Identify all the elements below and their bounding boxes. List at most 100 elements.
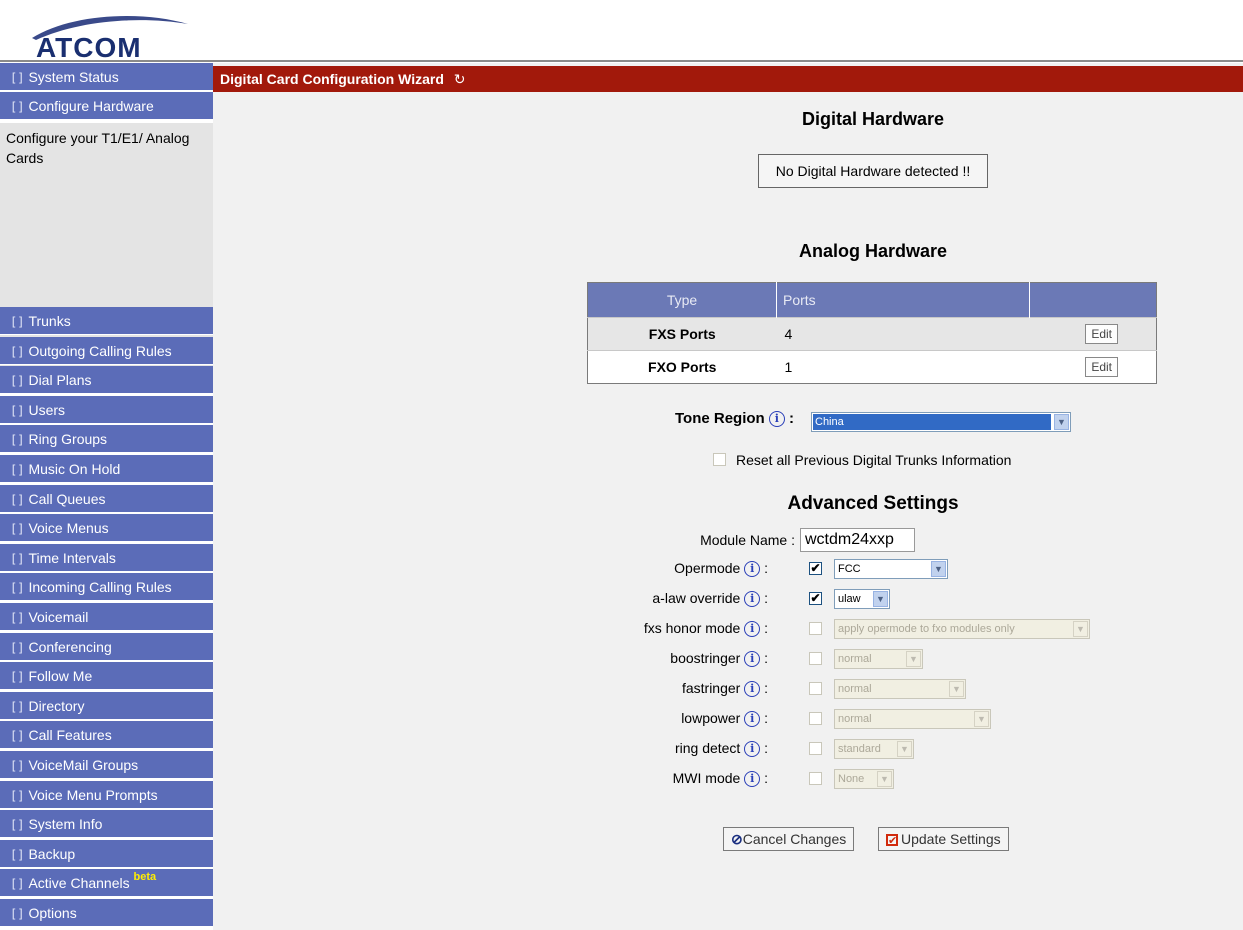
opermode-checkbox[interactable]: ✔ [809, 562, 822, 575]
mwi-mode-select[interactable]: None ▼ [834, 769, 894, 789]
sidebar-item-time-intervals[interactable]: [] Time Intervals [0, 544, 213, 572]
bullet-icon: [] [10, 700, 25, 714]
module-name-label: Module Name : [700, 532, 795, 548]
update-settings-button[interactable]: ✔ Update Settings [878, 827, 1009, 851]
bullet-icon: [] [10, 848, 25, 862]
sidebar-item-call-queues[interactable]: [] Call Queues [0, 485, 213, 513]
sidebar-item-backup[interactable]: [] Backup [0, 840, 213, 868]
boostringer-select[interactable]: normal ▼ [834, 649, 923, 669]
bullet-icon: [] [10, 493, 25, 507]
boostringer-checkbox[interactable] [809, 652, 822, 665]
digital-hardware-heading: Digital Hardware [801, 109, 945, 129]
sidebar-item-system-status[interactable]: [] System Status [0, 63, 213, 91]
port-count-cell: 4 [776, 317, 1030, 351]
atcom-logo: ATCOM [30, 12, 190, 63]
sidebar-item-voice-menu-prompts[interactable]: [] Voice Menu Prompts [0, 781, 213, 809]
ring-detect-select[interactable]: standard ▼ [834, 739, 914, 759]
info-icon[interactable]: i [768, 411, 785, 428]
sidebar-item-label: Ring Groups [28, 431, 108, 447]
sidebar-item-active-channels[interactable]: [] Active Channels beta [0, 869, 213, 897]
chevron-down-icon: ▼ [897, 741, 912, 757]
sidebar-item-system-info[interactable]: [] System Info [0, 810, 213, 838]
alaw-override-checkbox[interactable]: ✔ [809, 592, 822, 605]
mwi-mode-checkbox[interactable] [809, 772, 822, 785]
info-icon[interactable]: i [744, 771, 761, 788]
info-icon[interactable]: i [744, 711, 761, 728]
bullet-icon: [] [10, 877, 25, 891]
fxs-honor-mode-select[interactable]: apply opermode to fxo modules only ▼ [834, 619, 1090, 639]
port-type-cell: FXO Ports [587, 350, 777, 384]
lowpower-label: lowpower i : [681, 710, 768, 728]
fastringer-label: fastringer i : [681, 680, 768, 698]
fxs-honor-mode-label: fxs honor mode i : [643, 620, 768, 638]
sidebar-item-users[interactable]: [] Users [0, 396, 213, 424]
cancel-changes-button[interactable]: ⊘Cancel Changes [723, 827, 855, 851]
ring-detect-checkbox[interactable] [809, 742, 822, 755]
refresh-icon[interactable]: ↻ [454, 71, 466, 87]
bullet-icon: [] [10, 404, 25, 418]
module-name-input[interactable]: wctdm24xxp [800, 528, 915, 552]
sidebar-item-options[interactable]: [] Options [0, 899, 213, 927]
sidebar-item-music-on-hold[interactable]: [] Music On Hold [0, 455, 213, 483]
sidebar-item-directory[interactable]: [] Directory [0, 692, 213, 720]
sidebar-item-ring-groups[interactable]: [] Ring Groups [0, 425, 213, 453]
sidebar-item-configure-hardware[interactable]: [] Configure Hardware [0, 92, 213, 120]
info-icon[interactable]: i [744, 561, 761, 578]
sidebar-item-call-features[interactable]: [] Call Features [0, 721, 213, 749]
edit-fxo-button[interactable]: Edit [1085, 357, 1118, 377]
bullet-icon: [] [10, 611, 25, 625]
bullet-icon: [] [10, 522, 25, 536]
sidebar-item-label: System Status [28, 69, 119, 85]
bullet-icon: [] [10, 581, 25, 595]
sidebar-item-label: Voice Menus [28, 520, 109, 536]
fastringer-checkbox[interactable] [809, 682, 822, 695]
sidebar-item-incoming-calling-rules[interactable]: [] Incoming Calling Rules [0, 573, 213, 601]
tone-region-select[interactable]: China ▼ [811, 412, 1071, 432]
sidebar-item-label: Configure Hardware [28, 98, 154, 114]
sidebar-item-label: Conferencing [28, 639, 112, 655]
info-icon[interactable]: i [744, 681, 761, 698]
opermode-select[interactable]: FCC ▼ [834, 559, 948, 579]
edit-fxs-button[interactable]: Edit [1085, 324, 1118, 344]
beta-badge: beta [133, 871, 157, 883]
reset-trunks-checkbox[interactable] [713, 453, 726, 466]
chevron-down-icon: ▼ [949, 681, 964, 697]
sidebar-item-label: Directory [28, 698, 85, 714]
sidebar-item-voicemail-groups[interactable]: [] VoiceMail Groups [0, 751, 213, 779]
bullet-icon: [] [10, 374, 25, 388]
checkbox-check-icon: ✔ [886, 834, 898, 848]
lowpower-checkbox[interactable] [809, 712, 822, 725]
lowpower-select[interactable]: normal ▼ [834, 709, 991, 729]
fxs-honor-mode-checkbox[interactable] [809, 622, 822, 635]
sidebar: [] System Status [] Configure Hardware Con… [0, 63, 213, 930]
alaw-override-select[interactable]: ulaw ▼ [834, 589, 890, 609]
column-header-ports: Ports [776, 282, 1030, 318]
sidebar-item-voicemail[interactable]: [] Voicemail [0, 603, 213, 631]
sidebar-item-trunks[interactable]: [] Trunks [0, 307, 213, 335]
sidebar-item-outgoing-calling-rules[interactable]: [] Outgoing Calling Rules [0, 337, 213, 365]
fastringer-select[interactable]: normal ▼ [834, 679, 966, 699]
sidebar-item-dial-plans[interactable]: [] Dial Plans [0, 366, 213, 394]
sidebar-item-follow-me[interactable]: [] Follow Me [0, 662, 213, 690]
sidebar-item-label: Active Channels [28, 875, 130, 891]
sidebar-item-label: Follow Me [28, 668, 93, 684]
info-icon[interactable]: i [744, 591, 761, 608]
chevron-down-icon[interactable]: ▼ [1054, 414, 1069, 430]
sidebar-item-label: Incoming Calling Rules [28, 579, 172, 595]
info-icon[interactable]: i [744, 651, 761, 668]
tone-region-value: China [813, 414, 1051, 430]
bullet-icon: [] [10, 71, 25, 85]
sidebar-item-label: Backup [28, 846, 76, 862]
column-header-type: Type [587, 282, 777, 318]
alaw-override-label: a-law override i : [652, 590, 768, 608]
chevron-down-icon: ▼ [906, 651, 921, 667]
sidebar-item-label: Trunks [28, 313, 71, 329]
info-icon[interactable]: i [744, 741, 761, 758]
analog-hardware-table: Type Ports FXS Ports 4 Edit FXO Ports 1 … [587, 282, 1157, 384]
info-icon[interactable]: i [744, 621, 761, 638]
sidebar-item-label: VoiceMail Groups [28, 757, 139, 773]
sidebar-item-voice-menus[interactable]: [] Voice Menus [0, 514, 213, 542]
sidebar-item-conferencing[interactable]: [] Conferencing [0, 633, 213, 661]
sidebar-item-label: Dial Plans [28, 372, 92, 388]
page-title-bar: Digital Card Configuration Wizard ↻ [213, 66, 1243, 92]
